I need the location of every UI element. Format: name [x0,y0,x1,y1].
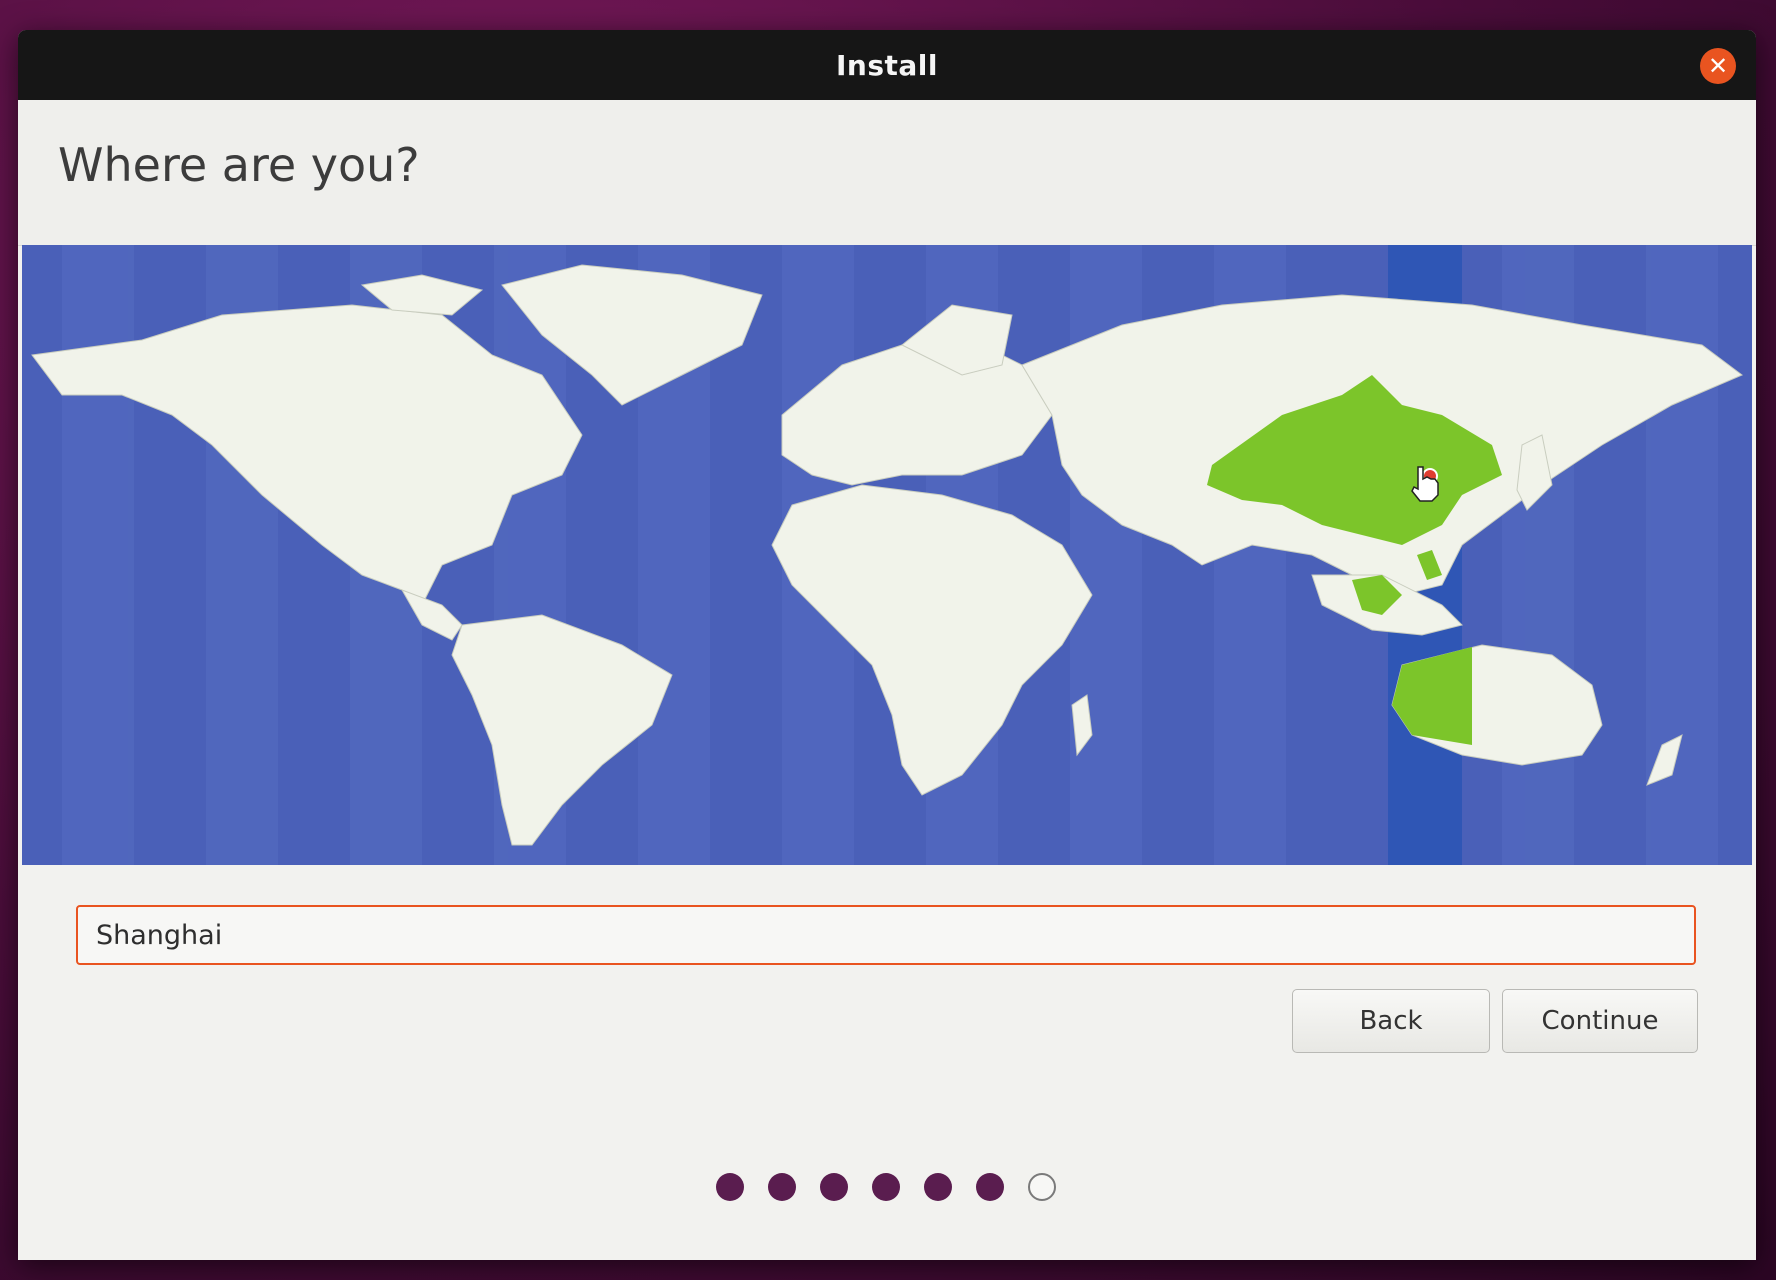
progress-dot [768,1173,796,1201]
installer-window: Install ✕ Where are you? Shanghai Back C… [18,30,1756,1260]
land-masses [31,264,1743,846]
title-bar: Install ✕ [18,30,1756,100]
page-header: Where are you? [18,100,1756,246]
progress-dot [872,1173,900,1201]
timezone-map[interactable] [22,245,1752,865]
progress-dot [976,1173,1004,1201]
progress-dot [716,1173,744,1201]
content-area: Back Continue [18,865,1756,1260]
progress-dot-current [1028,1173,1056,1201]
progress-dots [716,1173,1056,1201]
back-button[interactable]: Back [1292,989,1490,1053]
world-map[interactable] [22,245,1752,865]
close-button[interactable]: ✕ [1700,48,1736,84]
window-title: Install [836,48,938,82]
page-title: Where are you? [58,138,420,192]
progress-dot [924,1173,952,1201]
location-input[interactable] [94,918,1678,952]
continue-button[interactable]: Continue [1502,989,1698,1053]
close-icon: ✕ [1707,52,1729,80]
progress-dot [820,1173,848,1201]
location-field[interactable] [76,905,1696,965]
